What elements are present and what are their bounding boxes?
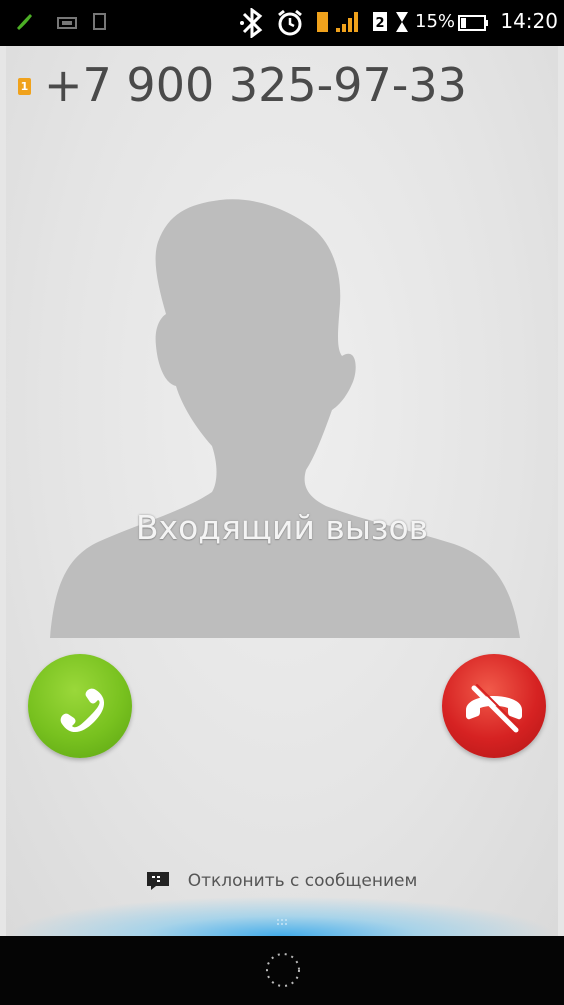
decline-with-message[interactable]: Отклонить с сообщением [6,870,558,896]
caller-area: 1 +7 900 325-97-33 Входящий вызов Отклон… [6,46,558,936]
incoming-call-screen: 2 15% 14:20 1 +7 900 325-97-33 Входящий … [0,0,564,1005]
signal-icon [336,12,358,32]
swipe-glow [6,896,558,936]
navigation-bar [0,936,564,1005]
call-status-label: Входящий вызов [135,508,429,547]
battery-icon [458,15,488,31]
phone-icon [60,688,105,733]
hourglass-icon [396,12,408,32]
caller-phone-number: +7 900 325-97-33 [44,58,467,112]
hang-up-icon [466,684,522,733]
home-ring-icon[interactable] [263,950,303,990]
sim-badge: 1 [18,78,31,95]
clock: 14:20 [500,9,558,33]
sim2-icon: 2 [373,12,387,31]
voicemail-icon [57,17,77,29]
answer-call-button[interactable] [28,654,132,758]
alarm-icon [278,9,302,36]
decline-with-message-label: Отклонить с сообщением [187,870,418,891]
decline-call-button[interactable] [442,654,546,758]
sim-card-icon [317,12,328,32]
call-icon [17,14,32,30]
bluetooth-icon [240,8,263,38]
person-silhouette [50,199,520,638]
status-bar: 2 15% 14:20 [0,0,564,46]
sim-icon [93,13,106,30]
message-icon [146,871,169,890]
svg-text:2: 2 [375,16,384,31]
drag-handle-icon[interactable] [276,918,288,926]
battery-percent: 15% [415,11,456,32]
